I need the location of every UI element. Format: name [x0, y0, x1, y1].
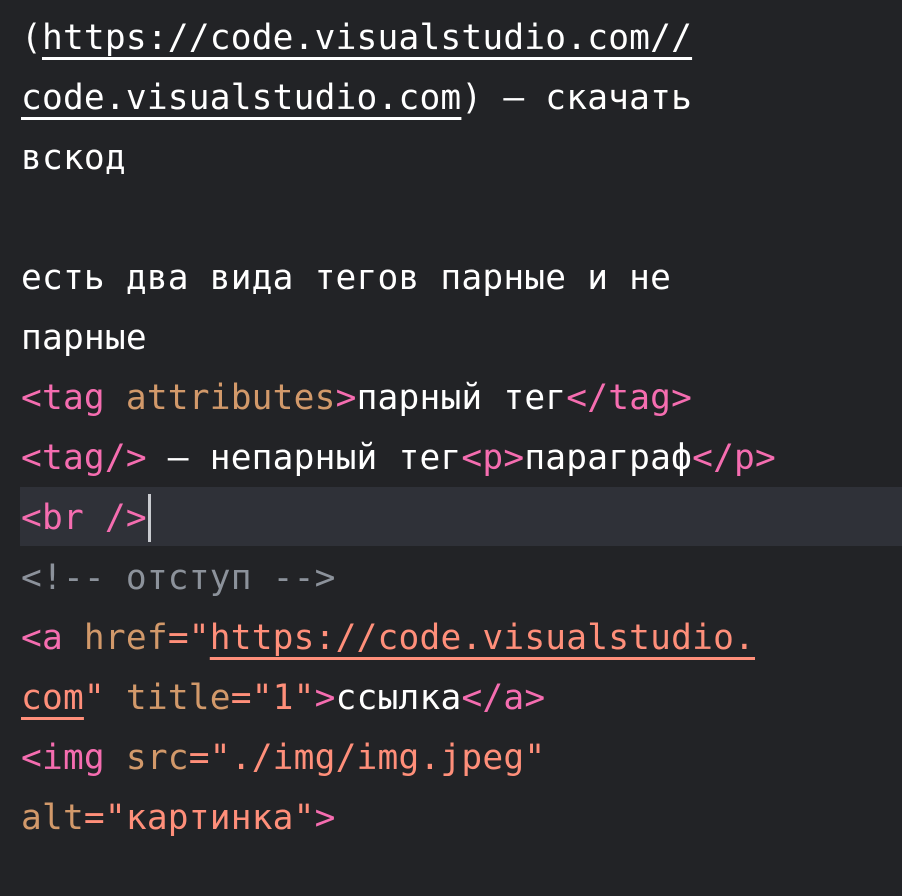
- code-token: alt: [21, 798, 84, 838]
- code-line[interactable]: <img src ="./img/img.jpeg": [21, 728, 545, 788]
- code-token: (: [21, 18, 42, 58]
- code-token: вскод: [21, 138, 126, 178]
- code-line[interactable]: alt ="картинка" >: [21, 788, 336, 848]
- code-token: src: [125, 738, 189, 778]
- code-line-current[interactable]: <br />: [21, 488, 151, 548]
- code-token: <tag: [21, 378, 126, 418]
- code-line[interactable]: <a href =" https://code.visualstudio.: [21, 608, 755, 668]
- code-token: — непарный тег: [146, 438, 462, 478]
- code-token: attributes: [125, 378, 336, 418]
- code-token: ="картинка": [83, 798, 315, 838]
- code-link-token[interactable]: https://code.visualstudio.: [210, 608, 755, 668]
- code-line[interactable]: вскод: [21, 128, 126, 188]
- code-token: <!-- отступ -->: [21, 558, 336, 598]
- code-token: ссылка: [335, 678, 462, 718]
- code-token: title: [125, 678, 231, 718]
- code-token: <img: [21, 738, 126, 778]
- text-cursor: [147, 494, 151, 542]
- code-token: параграф: [524, 438, 693, 478]
- code-token: <tag/>: [21, 438, 147, 478]
- code-link-token[interactable]: code.visualstudio.com: [21, 68, 461, 128]
- code-line[interactable]: есть два вида тегов парные и не: [21, 248, 671, 308]
- code-token: ": [83, 678, 126, 718]
- code-link-token[interactable]: https://code.visualstudio.com//: [42, 8, 692, 68]
- code-link-token[interactable]: com: [21, 668, 84, 728]
- code-token: >: [314, 678, 336, 718]
- code-line[interactable]: com " title ="1" > ссылка </a>: [21, 668, 545, 728]
- code-token: </a>: [461, 678, 546, 718]
- code-token: парный тег: [356, 378, 567, 418]
- code-token: <a: [21, 618, 84, 658]
- code-token: >: [335, 378, 357, 418]
- code-token: </p>: [692, 438, 776, 478]
- code-line[interactable]: <tag/> — непарный тег <p> параграф </p>: [21, 428, 776, 488]
- code-token: <br />: [21, 498, 147, 538]
- code-token: >: [314, 798, 336, 838]
- code-editor[interactable]: (https://code.visualstudio.com//code.vis…: [0, 0, 902, 896]
- code-token: =": [167, 618, 210, 658]
- code-line[interactable]: code.visualstudio.com) — скачать: [21, 68, 692, 128]
- code-token: </tag>: [566, 378, 693, 418]
- code-line[interactable]: (https://code.visualstudio.com//: [21, 8, 692, 68]
- code-token: ="1": [230, 678, 315, 718]
- code-line[interactable]: парные: [21, 308, 147, 368]
- code-token: <p>: [461, 438, 525, 478]
- code-line[interactable]: <tag attributes > парный тег </tag>: [21, 368, 692, 428]
- code-token: href: [83, 618, 168, 658]
- code-token: есть два вида тегов парные и не: [21, 258, 672, 298]
- code-line[interactable]: <!-- отступ -->: [21, 548, 336, 608]
- code-token: парные: [21, 318, 147, 358]
- code-token: ) — скачать: [461, 78, 693, 118]
- current-line-highlight: [20, 487, 902, 546]
- code-token: ="./img/img.jpeg": [188, 738, 546, 778]
